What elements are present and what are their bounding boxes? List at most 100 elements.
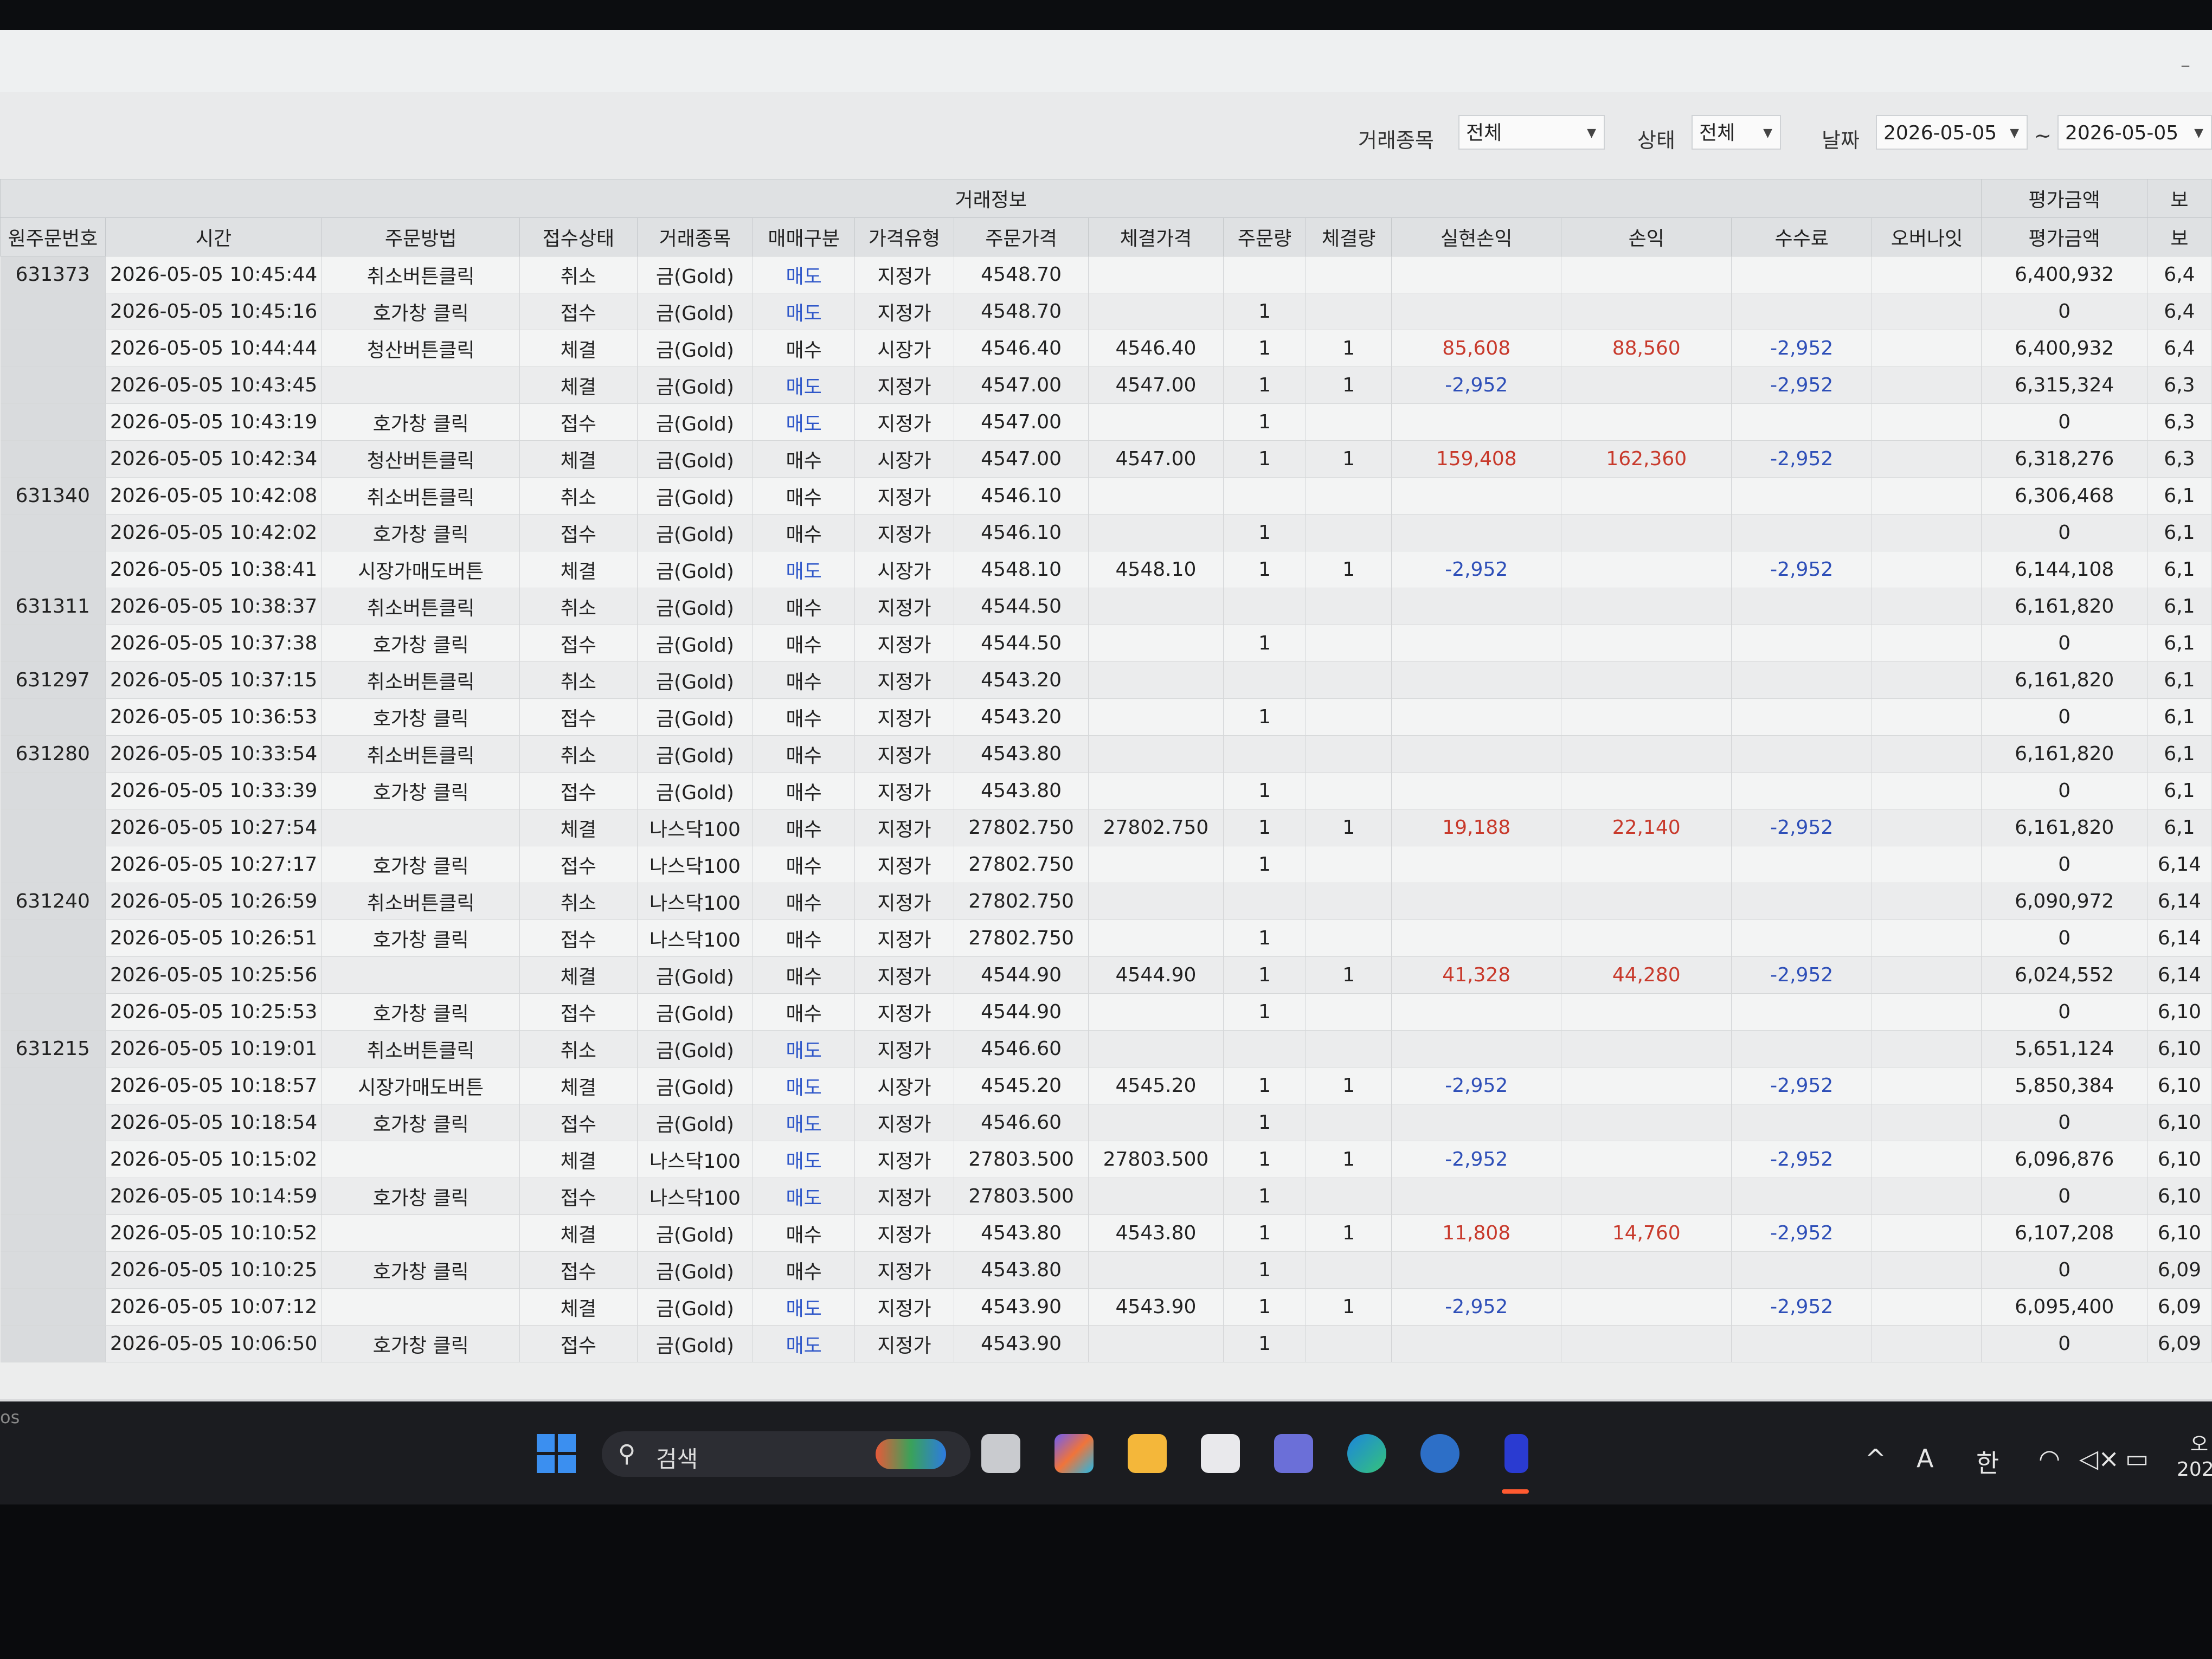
cell-trade-side: 매도 [753, 1141, 855, 1178]
cell-price-type: 시장가 [854, 330, 954, 367]
table-row[interactable]: 2026-05-05 10:27:54 체결 나스닥100 매수 지정가 27802.75… [0, 809, 2212, 846]
instrument-filter-select[interactable]: 전체 ▼ [1458, 115, 1605, 150]
table-row[interactable]: 2026-05-05 10:27:17 호가창 클릭 접수 나스닥100 매수 지정가 27… [0, 846, 2212, 883]
column-header-row: 원주문번호 시간 주문방법 접수상태 거래종목 매매구분 가격유형 주문가격 체결가격 주문량 체결… [0, 217, 2212, 256]
table-row[interactable]: 2026-05-05 10:44:44 청산버튼클릭 체결 금(Gold) 매수 시장가 4… [0, 330, 2212, 367]
file-explorer-icon[interactable] [1128, 1434, 1167, 1473]
column-header-order-price[interactable]: 주문가격 [953, 217, 1089, 256]
minimize-icon[interactable]: – [2181, 54, 2190, 76]
cell-time: 2026-05-05 10:37:38 [105, 625, 323, 662]
clock[interactable]: 오 [2190, 1429, 2208, 1457]
taskbar-search[interactable]: ⚲ 검색 [602, 1431, 970, 1477]
cell-fill-qty: 1 [1306, 1288, 1392, 1326]
table-row[interactable]: 2026-05-05 10:14:59 호가창 클릭 접수 나스닥100 매도 지정가 27… [0, 1178, 2212, 1215]
table-row[interactable]: 2026-05-05 10:33:39 호가창 클릭 접수 금(Gold) 매수 지정가 4… [0, 772, 2212, 809]
chevron-up-icon[interactable]: ^ [1865, 1444, 1886, 1473]
cell-order-qty: 1 [1223, 1251, 1307, 1289]
cell-instrument: 금(Gold) [637, 698, 754, 736]
column-header-overnight[interactable]: 오버나잇 [1872, 217, 1982, 256]
cell-time: 2026-05-05 10:38:37 [105, 588, 323, 625]
table-row[interactable]: 631311 2026-05-05 10:38:37 취소버튼클릭 취소 금(Gold)… [0, 588, 2212, 625]
edge-browser-icon[interactable] [1347, 1434, 1386, 1473]
table-row[interactable]: 2026-05-05 10:18:54 호가창 클릭 접수 금(Gold) 매도 지정가 4… [0, 1104, 2212, 1141]
cell-instrument: 금(Gold) [637, 956, 754, 994]
column-header-fill-qty[interactable]: 체결량 [1306, 217, 1392, 256]
table-row[interactable]: 2026-05-05 10:43:19 호가창 클릭 접수 금(Gold) 매도 지정가 4… [0, 403, 2212, 441]
column-header-original-order-no[interactable]: 원주문번호 [0, 217, 106, 256]
table-row[interactable]: 631373 2026-05-05 10:45:44 취소버튼클릭 취소 금(Gold)… [0, 256, 2212, 293]
table-row[interactable]: 2026-05-05 10:10:25 호가창 클릭 접수 금(Gold) 매수 지정가 4… [0, 1251, 2212, 1289]
table-row[interactable]: 2026-05-05 10:07:12 체결 금(Gold) 매도 지정가 4543.90… [0, 1288, 2212, 1326]
cell-valuation: 6,315,324 [1981, 366, 2147, 404]
language-indicator[interactable]: 한 [1976, 1444, 1999, 1480]
column-header-valuation[interactable]: 평가금액 [1981, 217, 2147, 256]
table-row[interactable]: 2026-05-05 10:26:51 호가창 클릭 접수 나스닥100 매수 지정가 27… [0, 919, 2212, 957]
table-row[interactable]: 2026-05-05 10:37:38 호가창 클릭 접수 금(Gold) 매수 지정가 4… [0, 625, 2212, 662]
cell-realized-pnl [1391, 1325, 1562, 1362]
table-row[interactable]: 2026-05-05 10:15:02 체결 나스닥100 매도 지정가 27803.50… [0, 1141, 2212, 1178]
teams-icon[interactable] [1274, 1434, 1313, 1473]
chevron-down-icon: ▼ [1763, 126, 1772, 140]
column-header-order-method[interactable]: 주문방법 [321, 217, 520, 256]
cell-order-price: 4543.80 [954, 772, 1089, 809]
table-row[interactable]: 631340 2026-05-05 10:42:08 취소버튼클릭 취소 금(Gold)… [0, 477, 2212, 515]
cell-realized-pnl [1391, 993, 1562, 1031]
cell-extra: 6,10 [2147, 1104, 2212, 1141]
table-row[interactable]: 2026-05-05 10:45:16 호가창 클릭 접수 금(Gold) 매도 지정가 4… [0, 293, 2212, 330]
cell-trade-side: 매수 [753, 1214, 855, 1252]
column-header-price-type[interactable]: 가격유형 [854, 217, 954, 256]
wifi-icon[interactable]: ◠ [2039, 1444, 2060, 1473]
cell-instrument: 금(Gold) [637, 366, 754, 404]
cell-order-qty [1223, 256, 1307, 293]
table-row[interactable]: 2026-05-05 10:42:34 청산버튼클릭 체결 금(Gold) 매수 시장가 4… [0, 440, 2212, 478]
date-from-picker[interactable]: 2026-05-05 ▼ [1876, 115, 2028, 150]
battery-icon[interactable]: ▭ [2125, 1444, 2149, 1473]
cell-fee: -2,952 [1731, 330, 1873, 367]
cell-fill-qty [1306, 883, 1392, 920]
date-to-picker[interactable]: 2026-05-05 ▼ [2057, 115, 2212, 150]
cell-fee [1731, 883, 1873, 920]
column-header-order-qty[interactable]: 주문량 [1223, 217, 1307, 256]
cell-fill-price: 27803.500 [1088, 1141, 1224, 1178]
date[interactable]: 202 [2177, 1458, 2212, 1481]
table-row[interactable]: 631297 2026-05-05 10:37:15 취소버튼클릭 취소 금(Gold)… [0, 661, 2212, 699]
trading-app-icon[interactable] [1504, 1434, 1528, 1473]
table-row[interactable]: 2026-05-05 10:38:41 시장가매도버튼 체결 금(Gold) 매도 시장가… [0, 551, 2212, 588]
windows-start-icon[interactable] [537, 1434, 576, 1473]
cell-price-type: 지정가 [854, 514, 954, 551]
app-icon[interactable] [1420, 1434, 1459, 1473]
table-row[interactable]: 631280 2026-05-05 10:33:54 취소버튼클릭 취소 금(Gold)… [0, 735, 2212, 773]
column-header-instrument[interactable]: 거래종목 [636, 217, 754, 256]
table-row[interactable]: 2026-05-05 10:18:57 시장가매도버튼 체결 금(Gold) 매도 시장가… [0, 1067, 2212, 1104]
column-header-time[interactable]: 시간 [105, 217, 323, 256]
table-row[interactable]: 2026-05-05 10:36:53 호가창 클릭 접수 금(Gold) 매수 지정가 4… [0, 698, 2212, 736]
column-header-receipt-status[interactable]: 접수상태 [519, 217, 638, 256]
cell-valuation: 6,090,972 [1981, 883, 2147, 920]
group-header-valuation: 평가금액 [1981, 179, 2147, 218]
table-row[interactable]: 2026-05-05 10:25:53 호가창 클릭 접수 금(Gold) 매수 지정가 4… [0, 993, 2212, 1031]
column-header-extra[interactable]: 보 [2146, 217, 2212, 256]
status-filter-select[interactable]: 전체 ▼ [1692, 115, 1781, 150]
table-row[interactable]: 2026-05-05 10:43:45 체결 금(Gold) 매도 지정가 4547.00… [0, 366, 2212, 404]
column-header-pnl[interactable]: 손익 [1561, 217, 1732, 256]
microsoft-store-icon[interactable] [1201, 1434, 1240, 1473]
cell-instrument: 금(Gold) [637, 1030, 754, 1068]
copilot-icon[interactable] [1054, 1434, 1094, 1473]
task-view-icon[interactable] [981, 1434, 1020, 1473]
table-row[interactable]: 2026-05-05 10:10:52 체결 금(Gold) 매수 지정가 4543.80… [0, 1214, 2212, 1252]
cell-extra: 6,3 [2147, 366, 2212, 404]
cell-instrument: 금(Gold) [637, 477, 754, 515]
table-row[interactable]: 2026-05-05 10:42:02 호가창 클릭 접수 금(Gold) 매수 지정가 4… [0, 514, 2212, 551]
table-row[interactable]: 631240 2026-05-05 10:26:59 취소버튼클릭 취소 나스닥100 매… [0, 883, 2212, 920]
table-row[interactable]: 2026-05-05 10:25:56 체결 금(Gold) 매수 지정가 4544.90… [0, 956, 2212, 994]
table-row[interactable]: 631215 2026-05-05 10:19:01 취소버튼클릭 취소 금(Gold)… [0, 1030, 2212, 1068]
ime-mode-indicator[interactable]: A [1917, 1444, 1933, 1473]
column-header-fee[interactable]: 수수료 [1731, 217, 1873, 256]
column-header-realized-pnl[interactable]: 실현손익 [1391, 217, 1562, 256]
cell-price-type: 지정가 [854, 1214, 954, 1252]
column-header-fill-price[interactable]: 체결가격 [1088, 217, 1224, 256]
volume-muted-icon[interactable]: ◁× [2079, 1444, 2119, 1473]
column-header-trade-side[interactable]: 매매구분 [753, 217, 855, 256]
cell-order-price: 4546.40 [954, 330, 1089, 367]
table-row[interactable]: 2026-05-05 10:06:50 호가창 클릭 접수 금(Gold) 매도 지정가 4… [0, 1325, 2212, 1362]
